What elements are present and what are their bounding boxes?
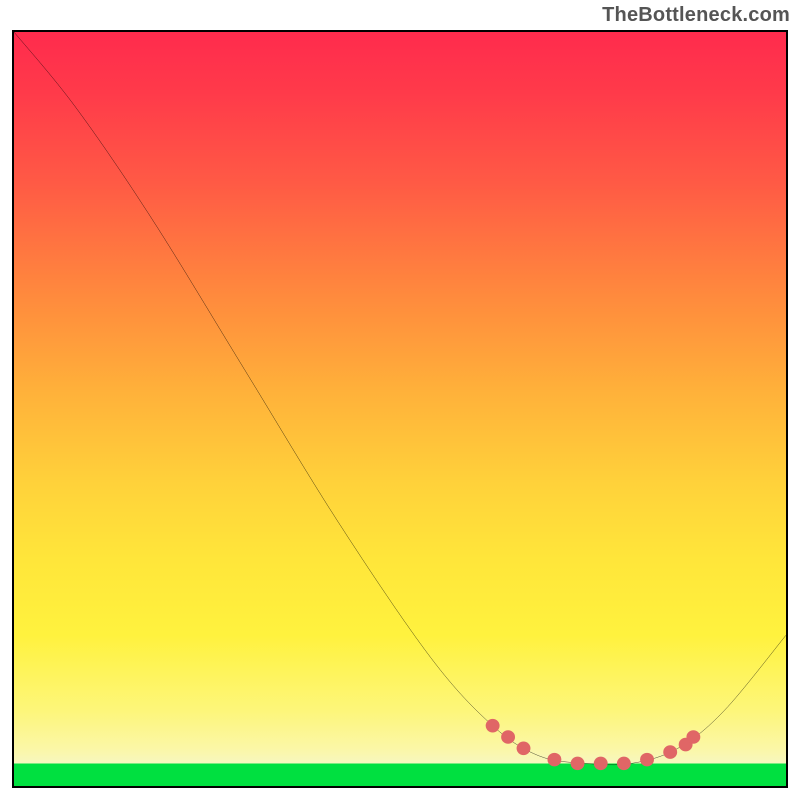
plot-area [12,30,788,788]
curve-marker [517,742,531,756]
curve-marker [571,757,585,771]
curve-marker [686,730,700,744]
curve-markers [486,719,701,770]
chart-svg [14,32,786,786]
curve-marker [486,719,500,733]
bottleneck-curve [14,32,786,765]
curve-marker [640,753,654,767]
chart-container: TheBottleneck.com [0,0,800,800]
curve-marker [617,757,631,771]
curve-marker [547,753,561,767]
curve-marker [663,745,677,759]
attribution-label: TheBottleneck.com [602,4,790,27]
curve-marker [594,757,608,771]
curve-marker [501,730,515,744]
